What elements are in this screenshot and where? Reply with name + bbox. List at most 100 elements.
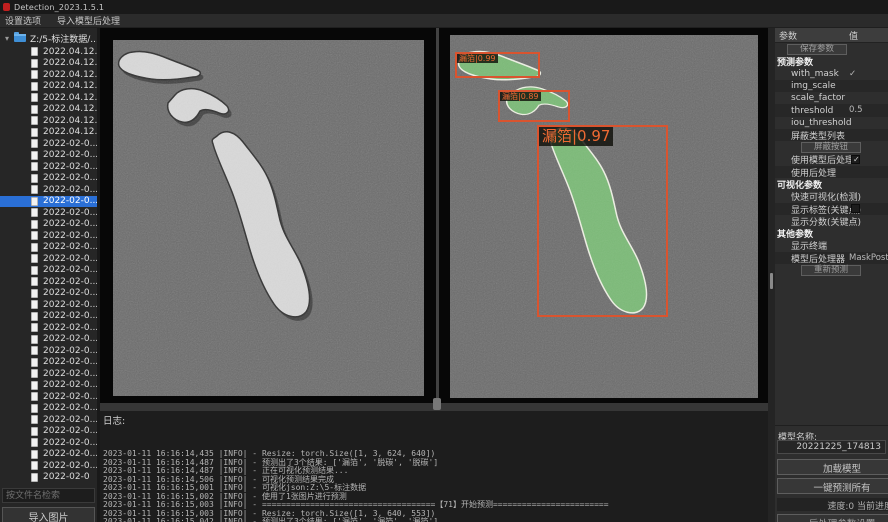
tree-item-label: 2022-02-0... [43,357,97,367]
tree-item-label: 2022-02-0... [43,346,97,356]
tree-item[interactable]: 2022-02-0... [0,380,97,392]
tree-item[interactable]: 2022-02-0... [0,426,97,438]
tree-item[interactable]: 2022.04.12... [0,104,97,116]
tree-item[interactable]: 2022-02-0... [0,219,97,231]
search-input[interactable] [2,488,95,503]
value-column-header: 值 [849,29,858,42]
tree-item[interactable]: 2022-02-0... [0,265,97,277]
tree-item[interactable]: 2022-02-0... [0,276,97,288]
param-action-button[interactable]: 重新预测 [801,265,861,276]
tree-item[interactable]: 2022.04.12... [0,115,97,127]
param-row: 模型后处理器 模型后处理器 MaskPostPro [775,252,888,264]
tree-item[interactable]: 2022-02-0... [0,288,97,300]
tree-item[interactable]: 2022-02-0... [0,253,97,265]
tree-item[interactable]: 2022.04.12... [0,127,97,139]
tree-item[interactable]: 2022-02-0... [0,311,97,323]
tree-item[interactable]: 2022.04.12... [0,81,97,93]
tree-item[interactable]: 2022.04.12... [0,58,97,70]
tree-item[interactable]: 2022-02-0... [0,161,97,173]
import-images-button[interactable]: 导入图片 [2,507,95,522]
splitter-grip[interactable] [433,398,441,410]
predict-all-button[interactable]: 一键预测所有 [777,478,888,494]
param-label: 使用模型后处理 [791,153,854,166]
param-value[interactable]: MaskPostPro [849,253,888,263]
tree-item[interactable]: 2022-02-0... [0,449,97,461]
tree-item[interactable]: 2022-02-0... [0,299,97,311]
file-icon [31,185,38,194]
original-image-panel[interactable] [113,40,424,396]
caret-down-icon[interactable]: ▾ [5,34,13,43]
tree-item[interactable]: 2022-02-0... [0,207,97,219]
tree-item[interactable]: 2022-02-0... [0,357,97,369]
tree-item[interactable]: 2022-02-0... [0,460,97,472]
scrollbar-thumb[interactable] [770,273,773,289]
window-title: Detection_2023.1.5.1 [14,3,104,12]
menu-item[interactable]: 设置选项 [5,14,41,27]
tree-item[interactable]: 2022-02-0... [0,437,97,449]
tree-item[interactable]: 2022.04.12... [0,92,97,104]
tree-item[interactable]: 2022-02-0... [0,403,97,415]
tree-item[interactable]: 2022-02-0... [0,150,97,162]
param-label: threshold [791,106,833,116]
tree-item-label: 2022-02-0... [43,461,97,471]
image-viewer-area: 漏箔|0.99 漏箔|0.89 漏箔|0.97 [100,28,768,403]
param-action-button[interactable]: 屏蔽按钮 [801,142,861,153]
tree-item-label: 2022.04.12... [43,104,97,114]
log-line: 2023-01-11 16:16:15,042 |INFO| - 预测出了3个结… [103,518,768,522]
file-icon [31,47,38,56]
tree-item[interactable]: 2022-02-0... [0,138,97,150]
tree-item[interactable]: 2022-02-0... [0,230,97,242]
app-logo-icon [3,3,10,11]
tree-item-label: 2022.04.12... [43,127,97,137]
file-icon [31,277,38,286]
file-icon [31,116,38,125]
param-label: iou_threshold [791,118,852,128]
tree-item-label: 2022-02-0... [43,150,97,160]
param-checkbox[interactable] [851,204,860,213]
tree-item-label: 2022-02-0... [43,242,97,252]
file-icon [31,473,38,482]
param-action-button[interactable]: 保存参数 [787,44,847,55]
tree-item[interactable]: 2022-02-0... [0,184,97,196]
tree-item[interactable]: 2022-02-0... [0,345,97,357]
tree-item[interactable]: 2022-02-0... [0,391,97,403]
tree-item-label: 2022-02-0... [43,254,97,264]
viewer-panel-divider[interactable] [436,28,439,403]
menu-item[interactable]: 导入模型后处理 [57,14,120,27]
param-value[interactable]: 0.5 [849,105,863,115]
tree-item-label: 2022-02-0... [43,277,97,287]
tree-item[interactable]: 2022-02-0... [0,242,97,254]
log-line-list: 2023-01-11 16:16:14,435 |INFO| - Resize:… [103,425,768,522]
file-icon [31,346,38,355]
postprocess-settings-button[interactable]: 后处理参数设置 [777,514,888,522]
detection-box: 漏箔|0.99 [455,52,540,78]
tree-root-folder[interactable]: ▾ Z:/5-标注数据/... [0,32,97,44]
file-icon [31,312,38,321]
param-row-list: 保存参数 保存参数 预测参数 预测参数 with_mask with_mask … [775,43,888,277]
right-splitter[interactable] [768,28,775,522]
tree-item[interactable]: 2022.04.12... [0,46,97,58]
tree-item[interactable]: 2022-02-0... [0,414,97,426]
file-tree-sidebar: ▾ Z:/5-标注数据/... 2022.04.12... 2022.04.12… [0,28,97,522]
model-name-field[interactable] [777,440,886,454]
tree-item[interactable]: 2022-02-0... [0,322,97,334]
param-row: 预测参数 预测参数 [775,55,888,67]
param-row: img_scale img_scale [775,80,888,92]
tree-item[interactable]: 2022-02-0... [0,334,97,346]
param-label: img_scale [791,81,836,91]
progress-status: 速度:0 当前进度 [777,498,888,511]
param-checkbox[interactable] [851,155,860,164]
param-row: 使用后处理 使用后处理 [775,166,888,178]
param-label: 快速可视化(检测) [791,190,861,203]
param-value[interactable]: ✓ [849,69,856,79]
tree-item-label: 2022-02-0 [43,472,90,482]
tree-item[interactable]: 2022-02-0... [0,173,97,185]
load-model-button[interactable]: 加载模型 [777,459,888,475]
tree-item[interactable]: 2022-02-0 [0,472,97,484]
tree-item-label: 2022-02-0... [43,219,97,229]
tree-item[interactable]: 2022-02-0... [0,368,97,380]
tree-item[interactable]: 2022-02-0... [0,196,97,208]
detection-box: 漏箔|0.89 [498,90,570,122]
tree-item[interactable]: 2022.04.12... [0,69,97,81]
prediction-image-panel[interactable]: 漏箔|0.99 漏箔|0.89 漏箔|0.97 [450,35,758,398]
